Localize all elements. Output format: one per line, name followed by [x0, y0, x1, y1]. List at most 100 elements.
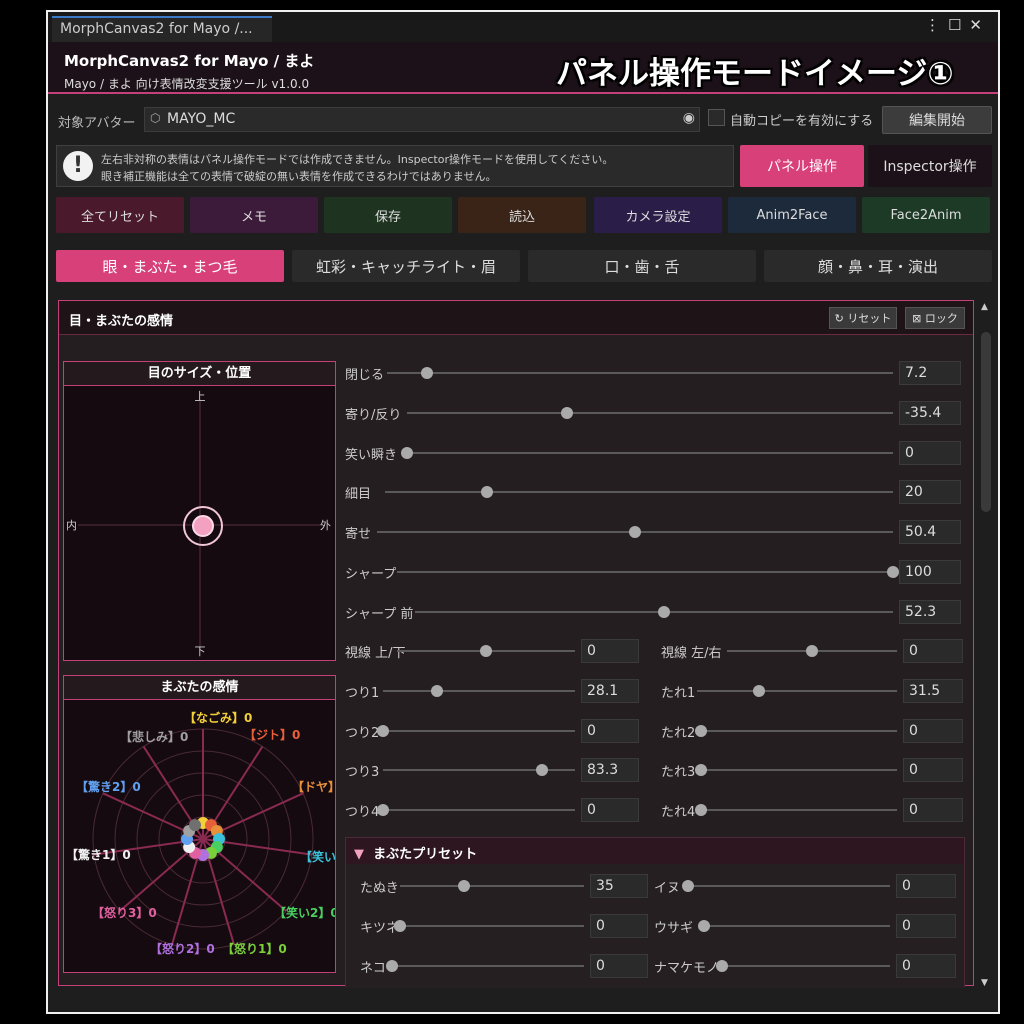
slider-knob[interactable] [698, 920, 710, 932]
slider-track[interactable] [400, 925, 584, 927]
scroll-down-icon[interactable]: ▼ [981, 978, 988, 988]
object-picker-icon[interactable]: ◉ [683, 110, 695, 126]
inspector-mode-button[interactable]: Inspector操作 [868, 145, 992, 187]
slider-knob[interactable] [401, 446, 413, 459]
slider-knob[interactable] [421, 367, 434, 379]
toolbar-button-4[interactable]: カメラ設定 [594, 197, 722, 233]
pad-handle[interactable] [192, 515, 214, 537]
toolbar-button-6[interactable]: Face2Anim [862, 197, 990, 233]
vertical-scrollbar[interactable]: ▲ ▼ [980, 302, 992, 988]
close-icon[interactable]: ✕ [969, 16, 990, 34]
slider-value-field[interactable]: 0 [903, 798, 963, 823]
slider-knob[interactable] [695, 764, 707, 777]
slider-knob[interactable] [629, 526, 641, 539]
slider-knob[interactable] [386, 960, 398, 972]
slider-knob[interactable] [430, 684, 443, 697]
slider-track[interactable] [701, 729, 897, 732]
slider-value-field[interactable]: 100 [899, 560, 961, 584]
slider-value-field[interactable]: 7.2 [899, 361, 961, 385]
toolbar-button-0[interactable]: 全てリセット [56, 197, 184, 233]
slider-value-field[interactable]: 50.4 [899, 520, 961, 545]
slider-value-field[interactable]: 52.3 [899, 599, 961, 624]
slider-track[interactable] [397, 571, 893, 573]
slider-knob[interactable] [657, 605, 670, 618]
avatar-field[interactable]: ⬡ MAYO_MC ◉ [144, 107, 700, 132]
slider-value-field[interactable]: 0 [903, 639, 963, 663]
eye-position-pad[interactable]: 上 下 内 外 [64, 387, 335, 661]
lock-button[interactable]: ⊠ ロック [905, 307, 965, 329]
slider-value-field[interactable]: 20 [899, 480, 961, 505]
slider-track[interactable] [704, 925, 890, 927]
slider-value-field[interactable]: 0 [896, 914, 956, 938]
slider-knob[interactable] [536, 764, 549, 777]
panel-mode-button[interactable]: パネル操作 [740, 145, 864, 187]
slider-value-field[interactable]: 28.1 [581, 678, 639, 703]
auto-copy-checkbox[interactable] [708, 109, 725, 126]
slider-knob[interactable] [561, 406, 574, 419]
slider-knob[interactable] [716, 960, 728, 972]
slider-knob[interactable] [480, 645, 492, 657]
slider-value-field[interactable]: 0 [581, 718, 639, 743]
slider-knob[interactable] [887, 566, 899, 578]
slider-track[interactable] [392, 965, 584, 967]
toolbar-button-5[interactable]: Anim2Face [728, 197, 856, 233]
slider-knob[interactable] [480, 486, 493, 499]
category-tab-3[interactable]: 顔・鼻・耳・演出 [764, 250, 992, 282]
slider-value-field[interactable]: 0 [581, 639, 639, 663]
slider-knob[interactable] [458, 880, 471, 892]
slider-knob[interactable] [394, 920, 406, 932]
slider-track[interactable] [688, 885, 890, 887]
slider-track[interactable] [701, 769, 897, 772]
slider-value-field[interactable]: 0 [590, 954, 648, 978]
slider-knob[interactable] [682, 880, 694, 892]
slider-value-field[interactable]: 0 [899, 440, 961, 465]
slider-track[interactable] [385, 491, 893, 494]
preset-header[interactable]: ▼ まぶたプリセット [346, 838, 964, 864]
slider-track[interactable] [701, 809, 897, 812]
emotion-radar[interactable]: 【なごみ】0 【ジト】0 【ドヤ】0 【笑い1】【笑い2】0 【怒り1】0 【怒り2】0 【… [64, 701, 335, 973]
slider-track[interactable] [722, 965, 890, 967]
slider-value-field[interactable]: 0 [581, 798, 639, 823]
window-tab[interactable]: MorphCanvas2 for Mayo /... [52, 16, 272, 42]
slider-knob[interactable] [695, 724, 707, 737]
slider-track[interactable] [383, 689, 575, 692]
slider-track[interactable] [407, 411, 893, 414]
slider-label: イヌ [654, 881, 681, 896]
slider-value-field[interactable]: 0 [896, 954, 956, 978]
slider-knob[interactable] [806, 645, 818, 657]
slider-value-field[interactable]: 35 [590, 874, 648, 898]
category-tab-0[interactable]: 眼・まぶた・まつ毛 [56, 250, 284, 282]
slider-knob[interactable] [753, 684, 765, 697]
toolbar-button-3[interactable]: 読込 [458, 197, 586, 233]
more-options-icon[interactable]: ⋮ [925, 16, 948, 34]
slider-value-field[interactable]: 31.5 [903, 678, 963, 703]
slider-track[interactable] [387, 372, 893, 374]
slider-knob[interactable] [377, 804, 389, 817]
slider-knob[interactable] [377, 724, 389, 737]
toolbar-button-2[interactable]: 保存 [324, 197, 452, 233]
slider-track[interactable] [400, 885, 584, 887]
slider-track[interactable] [415, 610, 893, 613]
emotion-label-3: 【笑い1】 [300, 849, 335, 864]
slider-value-field[interactable]: -35.4 [899, 400, 961, 425]
slider-value-field[interactable]: 0 [903, 758, 963, 783]
reset-label: リセット [847, 312, 892, 325]
reset-button[interactable]: ↻ リセット [829, 307, 897, 329]
radar-handle-11[interactable] [189, 819, 201, 832]
maximize-icon[interactable]: ☐ [948, 16, 969, 34]
category-tab-1[interactable]: 虹彩・キャッチライト・眉 [292, 250, 520, 282]
scroll-thumb[interactable] [981, 332, 991, 512]
slider-track[interactable] [383, 729, 575, 732]
slider-track[interactable] [407, 451, 893, 454]
start-edit-button[interactable]: 編集開始 [882, 106, 992, 134]
slider-value-field[interactable]: 0 [896, 874, 956, 898]
slider-value-field[interactable]: 0 [590, 914, 648, 938]
slider-track[interactable] [697, 689, 897, 692]
category-tab-2[interactable]: 口・歯・舌 [528, 250, 756, 282]
slider-value-field[interactable]: 0 [903, 718, 963, 743]
toolbar-button-1[interactable]: メモ [190, 197, 318, 233]
slider-track[interactable] [383, 809, 575, 812]
slider-knob[interactable] [695, 804, 707, 817]
scroll-up-icon[interactable]: ▲ [981, 302, 988, 312]
slider-value-field[interactable]: 83.3 [581, 758, 639, 783]
